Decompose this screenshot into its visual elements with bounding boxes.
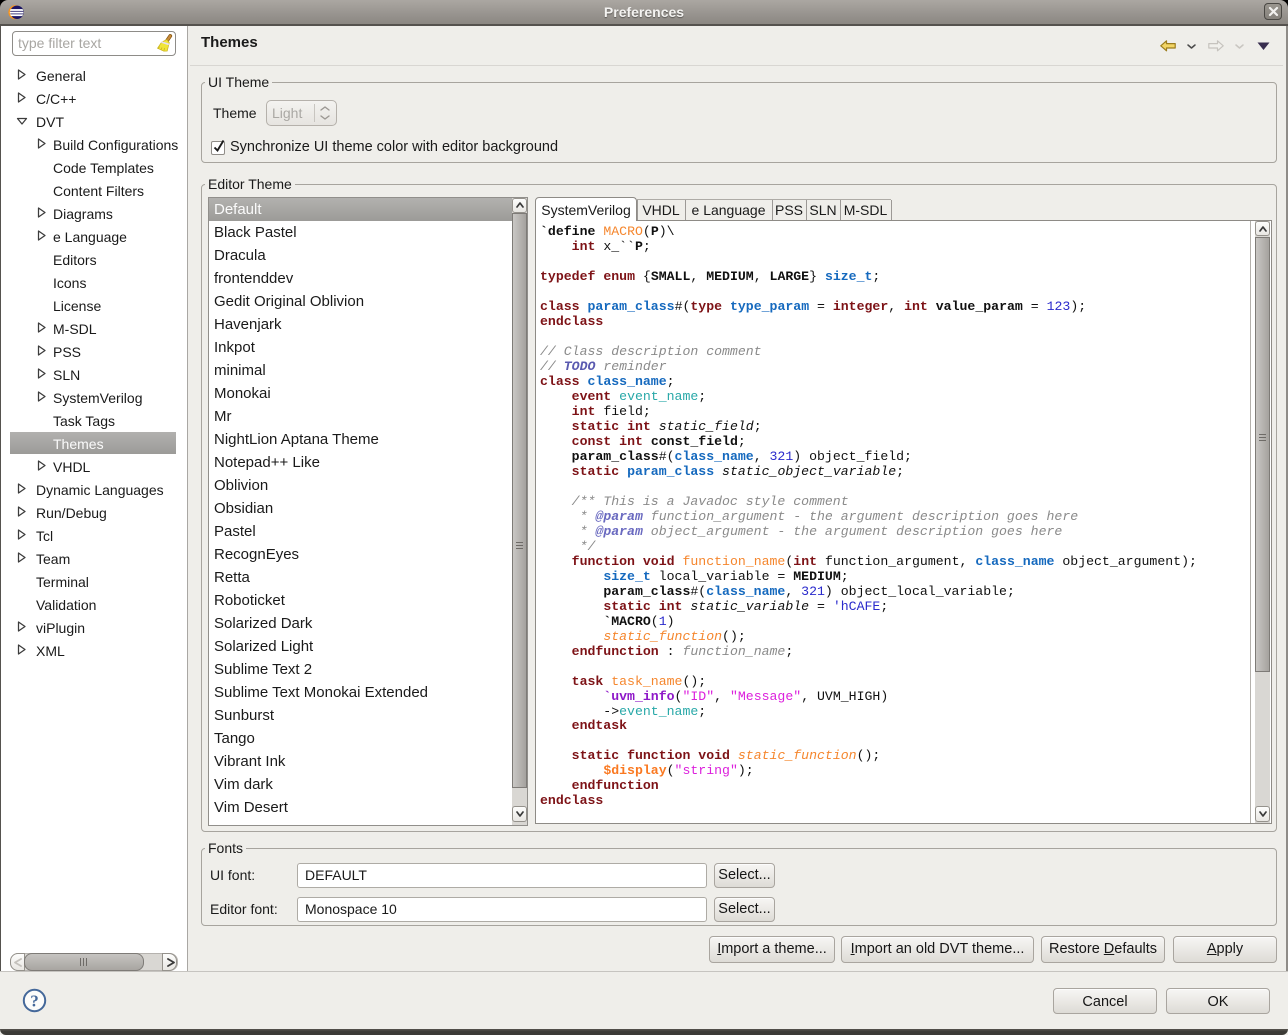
svg-text:?: ?	[30, 992, 39, 1011]
